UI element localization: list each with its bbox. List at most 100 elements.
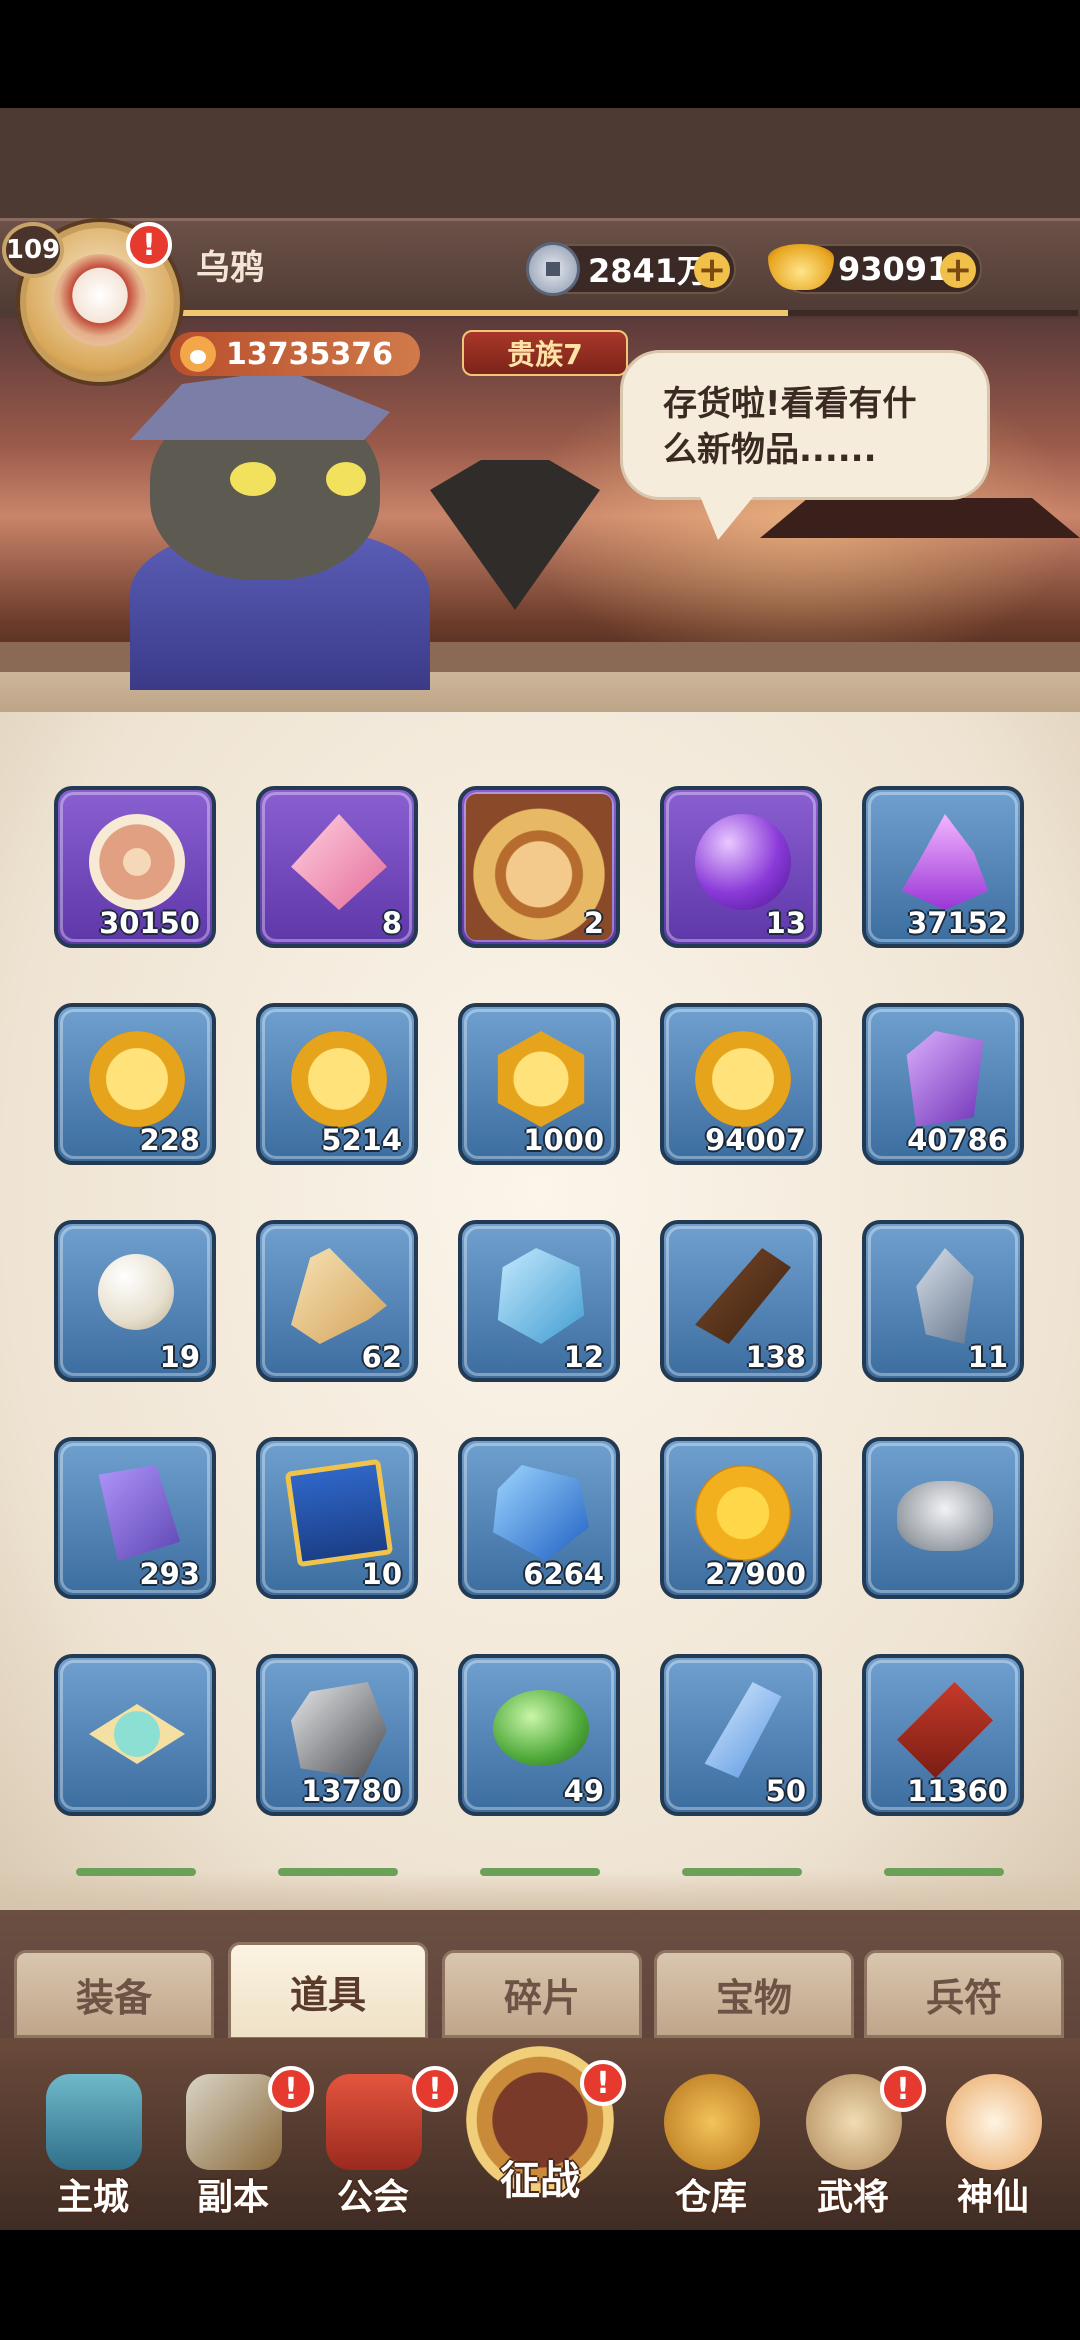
inventory-item[interactable]: 94007 bbox=[660, 1003, 822, 1165]
merit-card-icon bbox=[284, 1458, 394, 1568]
inventory-item[interactable]: 12 bbox=[458, 1220, 620, 1382]
inventory-item[interactable]: 138 bbox=[660, 1220, 822, 1382]
inventory-item[interactable]: 293 bbox=[54, 1437, 216, 1599]
inventory-item[interactable]: 1000 bbox=[458, 1003, 620, 1165]
gesture-bar-area bbox=[0, 2230, 1080, 2340]
next-row-hint bbox=[278, 1868, 398, 1876]
status-bar-area bbox=[0, 0, 1080, 108]
combat-power-badge: 13735376 bbox=[170, 332, 420, 376]
item-count: 138 bbox=[745, 1340, 806, 1374]
add-gold-button[interactable]: + bbox=[940, 252, 976, 288]
nav-guild-label: 公会 bbox=[336, 2177, 409, 2218]
silver-coin-value: 2841万 bbox=[588, 252, 710, 290]
nav-warehouse-label: 仓库 bbox=[674, 2177, 747, 2218]
gold-ingot-icon bbox=[768, 244, 834, 290]
item-count: 50 bbox=[765, 1774, 806, 1808]
nav-city-label: 主城 bbox=[56, 2177, 129, 2218]
nav-immortal-label: 神仙 bbox=[956, 2177, 1029, 2218]
nav-dungeon-label: 副本 bbox=[196, 2177, 269, 2218]
top-spacer bbox=[0, 108, 1080, 220]
item-count: 37152 bbox=[907, 906, 1008, 940]
paw-icon bbox=[180, 336, 216, 372]
tab-treasures[interactable]: 宝物 bbox=[654, 1950, 854, 2038]
item-count: 19 bbox=[159, 1340, 200, 1374]
inventory-item[interactable]: 11 bbox=[862, 1220, 1024, 1382]
item-count: 11 bbox=[967, 1340, 1008, 1374]
silver-ingot-icon bbox=[897, 1481, 993, 1551]
speech-bubble: 存货啦!看看有什么新物品...... bbox=[620, 350, 990, 500]
inventory-item[interactable]: 40786 bbox=[862, 1003, 1024, 1165]
inventory-item[interactable]: 50 bbox=[660, 1654, 822, 1816]
pearl-icon bbox=[98, 1254, 174, 1330]
banner-roof bbox=[760, 498, 1080, 538]
item-count: 293 bbox=[139, 1557, 200, 1591]
item-count: 5214 bbox=[321, 1123, 402, 1157]
generals-alert-icon: ! bbox=[880, 2066, 926, 2112]
inventory-item[interactable]: 2 bbox=[458, 786, 620, 948]
silver-coin-icon bbox=[526, 242, 580, 296]
inventory-item[interactable]: 27900 bbox=[660, 1437, 822, 1599]
exp-bar bbox=[176, 310, 788, 316]
nav-city[interactable]: 主城 bbox=[28, 2064, 158, 2224]
inventory-item[interactable]: 13 bbox=[660, 786, 822, 948]
gold-coin-icon bbox=[89, 1031, 185, 1127]
inventory-item[interactable]: 5214 bbox=[256, 1003, 418, 1165]
add-silver-button[interactable]: + bbox=[694, 252, 730, 288]
inventory-item[interactable]: 49 bbox=[458, 1654, 620, 1816]
item-count: 13780 bbox=[301, 1774, 402, 1808]
tab-equipment[interactable]: 装备 bbox=[14, 1950, 214, 2038]
next-row-hint bbox=[884, 1868, 1004, 1876]
item-count: 10 bbox=[361, 1557, 402, 1591]
cat-eye bbox=[230, 462, 276, 496]
tab-items[interactable]: 道具 bbox=[228, 1942, 428, 2040]
item-count: 8 bbox=[381, 906, 402, 940]
nav-generals-label: 武将 bbox=[816, 2177, 889, 2218]
inventory-item[interactable]: 62 bbox=[256, 1220, 418, 1382]
combat-power-value: 13735376 bbox=[226, 336, 393, 372]
item-count: 6264 bbox=[523, 1557, 604, 1591]
item-count: 94007 bbox=[705, 1123, 806, 1157]
avatar-portrait bbox=[54, 254, 146, 346]
noble-rank-badge[interactable]: 贵族7 bbox=[462, 330, 628, 376]
item-count: 2 bbox=[583, 906, 604, 940]
inventory-item[interactable] bbox=[862, 1437, 1024, 1599]
immortal-cat-icon bbox=[946, 2074, 1042, 2170]
inventory-item[interactable]: 228 bbox=[54, 1003, 216, 1165]
gold-ingot-value: 93091 bbox=[838, 250, 950, 288]
inventory-item[interactable]: 8 bbox=[256, 786, 418, 948]
inventory-item[interactable]: 37152 bbox=[862, 786, 1024, 948]
inventory-item[interactable]: 13780 bbox=[256, 1654, 418, 1816]
nav-immortal[interactable]: 神仙 bbox=[928, 2064, 1058, 2224]
tab-tallies[interactable]: 兵符 bbox=[864, 1950, 1064, 2038]
panel-bottom-shade bbox=[0, 1870, 1080, 1910]
inventory-item[interactable]: 19 bbox=[54, 1220, 216, 1382]
battle-alert-icon: ! bbox=[580, 2060, 626, 2106]
nav-warehouse[interactable]: 仓库 bbox=[646, 2064, 776, 2224]
tab-fragments[interactable]: 碎片 bbox=[442, 1950, 642, 2038]
player-level-badge: 109 bbox=[2, 222, 64, 278]
guild-flag-icon bbox=[326, 2074, 422, 2170]
item-count: 228 bbox=[139, 1123, 200, 1157]
inventory-item[interactable]: 11360 bbox=[862, 1654, 1024, 1816]
sun-coin-icon bbox=[695, 1465, 791, 1561]
avatar-alert-icon: ! bbox=[126, 222, 172, 268]
treasure-bag-icon bbox=[664, 2074, 760, 2170]
item-count: 12 bbox=[563, 1340, 604, 1374]
inventory-item[interactable] bbox=[54, 1654, 216, 1816]
nav-battle-label: 征战 bbox=[500, 2158, 580, 2204]
lightning-coin-icon bbox=[695, 1031, 791, 1127]
inventory-item[interactable]: 30150 bbox=[54, 786, 216, 948]
cat-helmet bbox=[130, 370, 390, 440]
item-count: 49 bbox=[563, 1774, 604, 1808]
city-icon bbox=[46, 2074, 142, 2170]
inventory-item[interactable]: 6264 bbox=[458, 1437, 620, 1599]
item-count: 11360 bbox=[907, 1774, 1008, 1808]
next-row-hint bbox=[76, 1868, 196, 1876]
inventory-item[interactable]: 10 bbox=[256, 1437, 418, 1599]
silver-coin-counter: 2841万 + bbox=[526, 242, 736, 296]
merchant-cat-character bbox=[90, 370, 650, 690]
item-count: 1000 bbox=[523, 1123, 604, 1157]
next-row-hint bbox=[480, 1868, 600, 1876]
gold-ingot-counter: 93091 + bbox=[768, 244, 982, 294]
green-gem-icon bbox=[493, 1690, 589, 1766]
